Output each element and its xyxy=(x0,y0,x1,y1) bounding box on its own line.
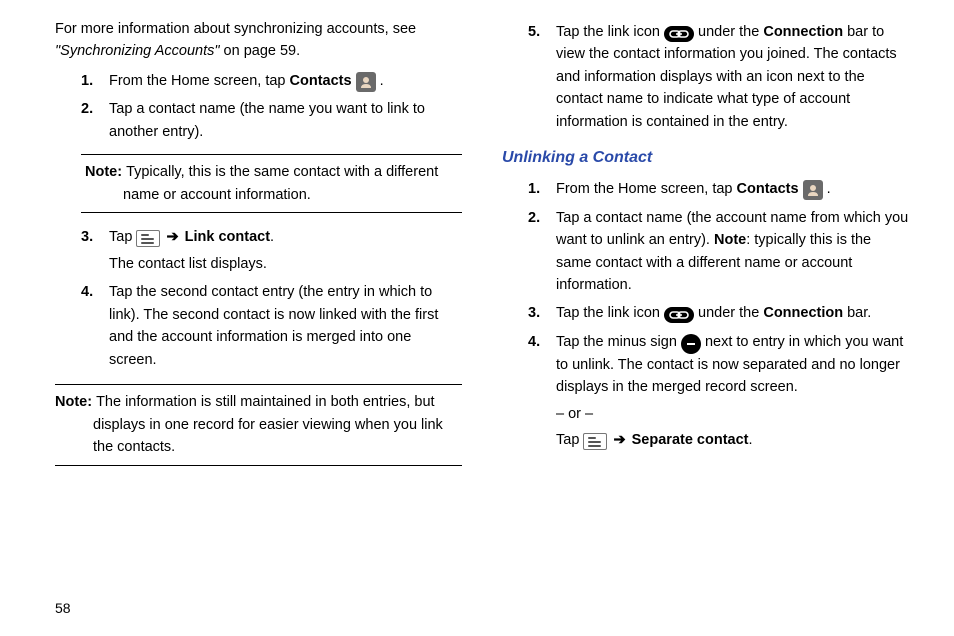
step1-c: . xyxy=(376,73,384,89)
u1-b: Contacts xyxy=(737,181,799,197)
intro-text-italic: "Synchronizing Accounts" xyxy=(55,43,220,59)
u4-dot: . xyxy=(749,432,753,448)
u1-a: From the Home screen, tap xyxy=(556,181,737,197)
unlinking-steps: 1. From the Home screen, tap Contacts . … xyxy=(528,175,909,455)
ustep-4: 4. Tap the minus sign next to entry in w… xyxy=(528,328,909,455)
step-1: 1. From the Home screen, tap Contacts . xyxy=(81,67,462,95)
step1-a: From the Home screen, tap xyxy=(109,73,290,89)
step-number: 4. xyxy=(81,281,93,303)
u4-a: Tap the minus sign xyxy=(556,334,681,350)
linking-steps: 1. From the Home screen, tap Contacts . … xyxy=(81,67,462,146)
intro-text-b: on page 59. xyxy=(220,43,301,59)
step1-b: Contacts xyxy=(290,73,352,89)
section-heading: Unlinking a Contact xyxy=(502,146,909,171)
arrow-icon: ➔ xyxy=(164,229,180,245)
menu-icon xyxy=(583,433,607,450)
u3-b: under the xyxy=(694,305,763,321)
note-label: Note: xyxy=(55,391,92,413)
two-column-layout: For more information about synchronizing… xyxy=(55,18,909,476)
step-number: 3. xyxy=(81,226,93,248)
step-2: 2. Tap a contact name (the name you want… xyxy=(81,95,462,146)
minus-icon xyxy=(681,334,701,354)
step4-text: Tap the second contact entry (the entry … xyxy=(109,284,438,367)
step-3: 3. Tap ➔ Link contact. The contact list … xyxy=(81,223,462,278)
linking-steps-cont: 3. Tap ➔ Link contact. The contact list … xyxy=(81,223,462,374)
ustep-2: 2. Tap a contact name (the account name … xyxy=(528,204,909,300)
step-number: 4. xyxy=(528,331,540,353)
note-box-2: Note: The information is still maintaine… xyxy=(55,384,462,465)
step2-text: Tap a contact name (the name you want to… xyxy=(109,101,425,139)
link-icon xyxy=(664,307,694,323)
u3-a: Tap the link icon xyxy=(556,305,664,321)
step-number: 1. xyxy=(528,178,540,200)
step-number: 1. xyxy=(81,70,93,92)
step-number: 2. xyxy=(81,98,93,120)
intro-text-a: For more information about synchronizing… xyxy=(55,21,416,37)
u4-or: – or – xyxy=(556,403,909,425)
u3-d: bar. xyxy=(843,305,871,321)
step-number: 2. xyxy=(528,207,540,229)
intro-paragraph: For more information about synchronizing… xyxy=(55,18,462,63)
page-number: 58 xyxy=(55,600,71,616)
step5-b: under the xyxy=(694,24,763,40)
ustep-1: 1. From the Home screen, tap Contacts . xyxy=(528,175,909,203)
ustep-3: 3. Tap the link icon under the Connectio… xyxy=(528,299,909,327)
step-4: 4. Tap the second contact entry (the ent… xyxy=(81,278,462,374)
u4-tap: Tap xyxy=(556,432,583,448)
note-label: Note: xyxy=(85,161,122,183)
step5-a: Tap the link icon xyxy=(556,24,664,40)
link-icon xyxy=(664,26,694,42)
contacts-icon xyxy=(803,180,823,200)
note-box-1: Note: Typically, this is the same contac… xyxy=(81,154,462,213)
note-body: The information is still maintained in b… xyxy=(55,391,462,458)
menu-icon xyxy=(136,230,160,247)
step5-c: Connection xyxy=(763,24,843,40)
step3-a: Tap xyxy=(109,229,136,245)
linking-steps-right: 5. Tap the link icon under the Connectio… xyxy=(528,18,909,136)
u1-c: . xyxy=(823,181,831,197)
left-column: For more information about synchronizing… xyxy=(55,18,462,476)
note-body: Typically, this is the same contact with… xyxy=(85,161,458,206)
step3-sub: The contact list displays. xyxy=(109,253,462,275)
step-5: 5. Tap the link icon under the Connectio… xyxy=(528,18,909,136)
u2-b: Note xyxy=(714,232,746,248)
arrow-icon: ➔ xyxy=(611,432,627,448)
document-page: For more information about synchronizing… xyxy=(0,0,954,636)
step-number: 3. xyxy=(528,302,540,324)
step3-c: . xyxy=(270,229,274,245)
u4-tapline: Tap ➔ Separate contact. xyxy=(556,429,909,451)
u4-sep: Separate contact xyxy=(632,432,749,448)
right-column: 5. Tap the link icon under the Connectio… xyxy=(502,18,909,476)
step-number: 5. xyxy=(528,21,540,43)
u3-c: Connection xyxy=(763,305,843,321)
step3-b: Link contact xyxy=(185,229,270,245)
contacts-icon xyxy=(356,72,376,92)
